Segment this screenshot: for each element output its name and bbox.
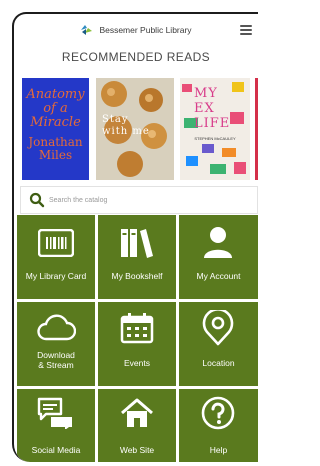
library-name: Bessemer Public Library [99,25,192,35]
tile-label: Location [202,358,235,368]
hamburger-menu-icon[interactable] [240,25,252,35]
search-bar[interactable]: Search the catalog [20,186,258,214]
book-title-line: Anatomy [26,87,85,102]
recommended-carousel[interactable]: Anatomy of a Miracle Jonathan Miles Stay… [22,78,258,186]
menu-grid: My Library Card My Bookshelf My Account [17,215,258,462]
help-icon [201,396,235,430]
book-title-line: Miracle [30,115,81,130]
tile-my-account[interactable]: My Account [179,215,258,299]
book-cover[interactable] [255,78,258,180]
book-cover[interactable]: MY EX LIFE STEPHEN McCAULEY [180,78,250,180]
book-author-line: Miles [38,148,73,162]
tile-events[interactable]: Events [98,302,176,386]
tile-label: Events [124,358,150,368]
tile-label: Download & Stream [37,350,75,370]
library-logo-icon [81,25,93,35]
tile-label: My Library Card [25,271,87,281]
home-icon [121,398,153,427]
book-title-line: LIFE [194,116,231,131]
book-title-line: Stay [102,114,129,125]
app-screen: Bessemer Public Library RECOMMENDED READ… [12,12,258,462]
recommended-reads-title: RECOMMENDED READS [61,50,211,64]
tile-social-media[interactable]: Social Media [17,389,95,462]
tile-my-library-card[interactable]: My Library Card [17,215,95,299]
bookshelf-icon [121,229,153,258]
tile-download-stream[interactable]: Download & Stream [17,302,95,386]
book-cover[interactable]: Stay with me [96,78,174,180]
top-bar: Bessemer Public Library [14,14,258,46]
location-pin-icon [202,310,234,346]
book-cover[interactable]: Anatomy of a Miracle Jonathan Miles [22,78,89,180]
book-title-line: of a [43,101,68,116]
search-input[interactable]: Search the catalog [49,197,107,204]
tile-label: My Account [196,271,241,281]
tile-label: Social Media [31,445,81,455]
tile-label: My Bookshelf [111,271,163,281]
calendar-icon [120,313,154,344]
tile-location[interactable]: Location [179,302,258,386]
tile-label: Help [209,445,228,455]
library-card-icon [38,229,74,257]
tile-help[interactable]: Help [179,389,258,462]
account-icon [204,227,232,258]
book-title-line: with me [102,126,150,137]
brand[interactable]: Bessemer Public Library [80,24,192,36]
book-title-line: MY [194,86,218,101]
tile-web-site[interactable]: Web Site [98,389,176,462]
cloud-icon [37,314,76,341]
book-author-line: STEPHEN McCAULEY [194,136,236,141]
tile-label: Web Site [119,445,155,455]
tile-my-bookshelf[interactable]: My Bookshelf [98,215,176,299]
phone-frame: Bessemer Public Library RECOMMENDED READ… [0,0,258,466]
book-title-line: EX [194,101,215,116]
search-icon [29,192,45,208]
chat-icon [37,397,72,429]
